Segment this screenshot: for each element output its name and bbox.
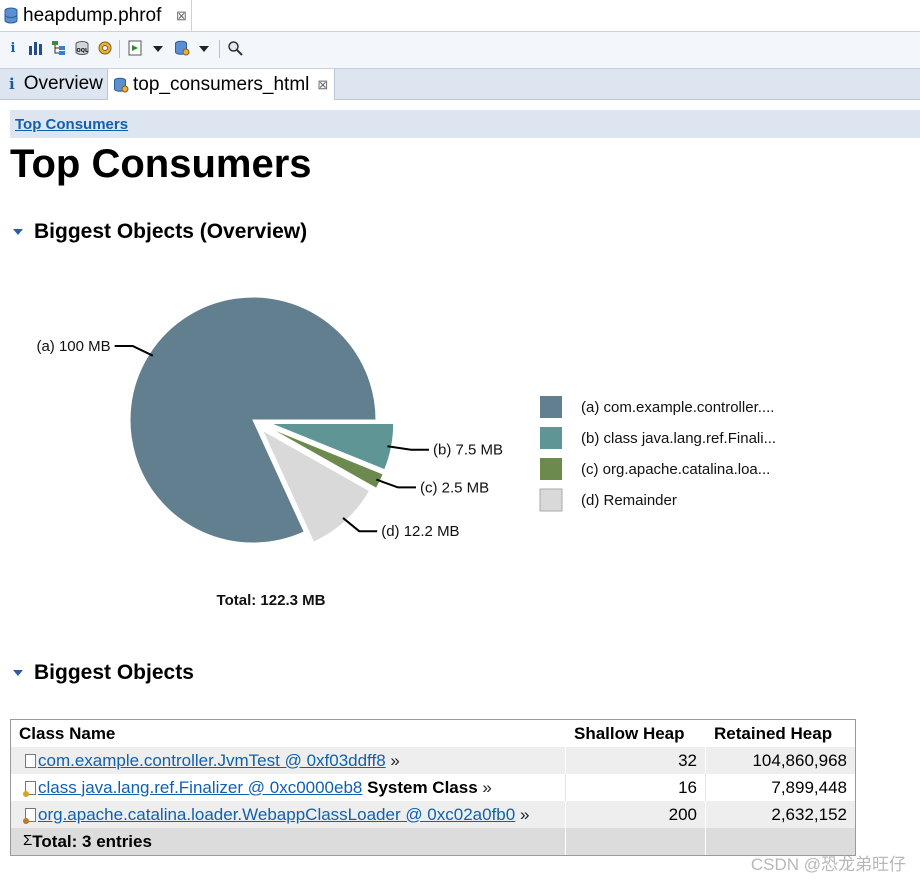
editor-tab-title: heapdump.phrof: [23, 5, 162, 26]
toolbar-separator: [219, 40, 220, 58]
section-header-biggest-objects[interactable]: Biggest Objects: [13, 661, 194, 685]
svg-text:OQL: OQL: [77, 48, 90, 54]
collapse-arrow-icon[interactable]: [13, 670, 23, 676]
oql-icon[interactable]: OQL: [74, 40, 90, 56]
legend-swatch: [540, 458, 562, 480]
section-header-overview[interactable]: Biggest Objects (Overview): [13, 220, 307, 244]
query-browser-icon[interactable]: [174, 40, 190, 56]
shallow-heap-cell: 200: [566, 801, 706, 828]
tab-label: Overview: [23, 73, 103, 94]
section-title: Biggest Objects (Overview): [34, 220, 308, 243]
pie-chart: (a) 100 MB (b) 7.5 MB (c) 2.5 MB (d) 12.2 M…: [36, 296, 776, 609]
breadcrumb: Top Consumers: [10, 110, 920, 138]
chevron-down-icon[interactable]: [153, 46, 163, 52]
page-title: Top Consumers: [10, 142, 312, 186]
more-menu[interactable]: »: [520, 805, 529, 824]
tab-overview[interactable]: i Overview: [0, 69, 107, 99]
legend-entry: (b) class java.lang.ref.Finali...: [581, 430, 776, 447]
pie-leader-line: [114, 344, 154, 357]
table-row[interactable]: org.apache.catalina.loader.WebappClassLo…: [11, 801, 855, 828]
toolbar-separator: [119, 40, 120, 58]
run-report-icon[interactable]: [127, 40, 143, 56]
object-link[interactable]: com.example.controller.JvmTest @ 0xf03dd…: [38, 751, 386, 770]
pie-slice-label: (c) 2.5 MB: [420, 479, 489, 496]
shallow-heap-cell: 32: [566, 747, 706, 774]
legend-swatch: [540, 396, 562, 418]
pie-slice-label: (b) 7.5 MB: [433, 442, 503, 459]
legend-entry: (d) Remainder: [581, 492, 677, 509]
object-icon: [25, 753, 36, 768]
retained-heap-cell: 104,860,968: [706, 747, 855, 774]
search-icon[interactable]: [227, 40, 243, 56]
retained-heap-cell: 2,632,152: [706, 801, 855, 828]
legend-entry: (c) org.apache.catalina.loa...: [581, 461, 770, 478]
table-header-row: Class Name Shallow Heap Retained Heap: [11, 720, 855, 747]
editor-tab-strip: heapdump.phrof ⊠: [0, 0, 920, 32]
system-class-tag: System Class: [367, 777, 478, 797]
object-link[interactable]: class java.lang.ref.Finalizer @ 0xc0000e…: [38, 778, 362, 797]
query-browser-icon: [114, 77, 129, 92]
object-link[interactable]: org.apache.catalina.loader.WebappClassLo…: [38, 805, 515, 824]
dominator-tree-icon[interactable]: [51, 40, 67, 56]
object-icon: [23, 807, 36, 824]
toolbar: i OQL: [0, 32, 920, 69]
chevron-down-icon[interactable]: [199, 46, 209, 52]
pie-leader-line: [387, 445, 430, 451]
table-row[interactable]: class java.lang.ref.Finalizer @ 0xc0000e…: [11, 774, 855, 801]
total-shallow-cell: [566, 828, 706, 855]
shallow-heap-cell: 16: [566, 774, 706, 801]
info-icon[interactable]: i: [5, 40, 21, 56]
tab-top-consumers[interactable]: top_consumers_html ⊠: [107, 69, 335, 100]
tab-label: top_consumers_html: [133, 73, 310, 95]
class-name-cell: com.example.controller.JvmTest @ 0xf03dd…: [11, 747, 566, 774]
editor-tab-heapdump[interactable]: heapdump.phrof ⊠: [0, 0, 192, 31]
more-menu[interactable]: »: [482, 778, 491, 797]
pie-leader-line: [342, 517, 378, 533]
total-label: Total: 3 entries: [32, 831, 152, 851]
watermark: CSDN @恐龙弟旺仔: [750, 855, 906, 874]
class-name-cell: class java.lang.ref.Finalizer @ 0xc0000e…: [11, 774, 566, 801]
info-icon: i: [9, 75, 15, 93]
retained-heap-cell: 7,899,448: [706, 774, 855, 801]
legend-entry: (a) com.example.controller....: [581, 399, 774, 416]
pie-slice-label: (d) 12.2 MB: [381, 523, 459, 540]
section-title: Biggest Objects: [34, 661, 194, 684]
thread-overview-icon[interactable]: [97, 40, 113, 56]
legend-swatch: [540, 427, 562, 449]
pie-leader-line: [376, 478, 416, 489]
legend-swatch: [539, 488, 563, 512]
breadcrumb-link[interactable]: Top Consumers: [15, 116, 128, 133]
result-tab-strip: i Overview top_consumers_html ⊠: [0, 69, 920, 100]
class-name-cell: org.apache.catalina.loader.WebappClassLo…: [11, 801, 566, 828]
collapse-arrow-icon[interactable]: [13, 229, 23, 235]
total-cell: ΣTotal: 3 entries: [11, 828, 566, 855]
histogram-icon[interactable]: [28, 40, 44, 56]
class-icon: [23, 780, 36, 797]
column-header-class-name[interactable]: Class Name: [11, 720, 566, 747]
column-header-shallow-heap[interactable]: Shallow Heap: [566, 720, 706, 747]
close-icon[interactable]: ⊠: [317, 77, 328, 93]
more-menu[interactable]: »: [390, 751, 399, 770]
biggest-objects-table: Class Name Shallow Heap Retained Heap co…: [10, 719, 856, 856]
chart-total-label: Total: 122.3 MB: [217, 592, 326, 609]
close-icon[interactable]: ⊠: [176, 8, 187, 24]
table-total-row: ΣTotal: 3 entries: [11, 828, 855, 855]
column-header-retained-heap[interactable]: Retained Heap: [706, 720, 855, 747]
pie-slice-label: (a) 100 MB: [36, 338, 110, 355]
table-row[interactable]: com.example.controller.JvmTest @ 0xf03dd…: [11, 747, 855, 774]
heap-dump-icon: [4, 7, 18, 24]
sum-icon: Σ: [23, 831, 33, 849]
